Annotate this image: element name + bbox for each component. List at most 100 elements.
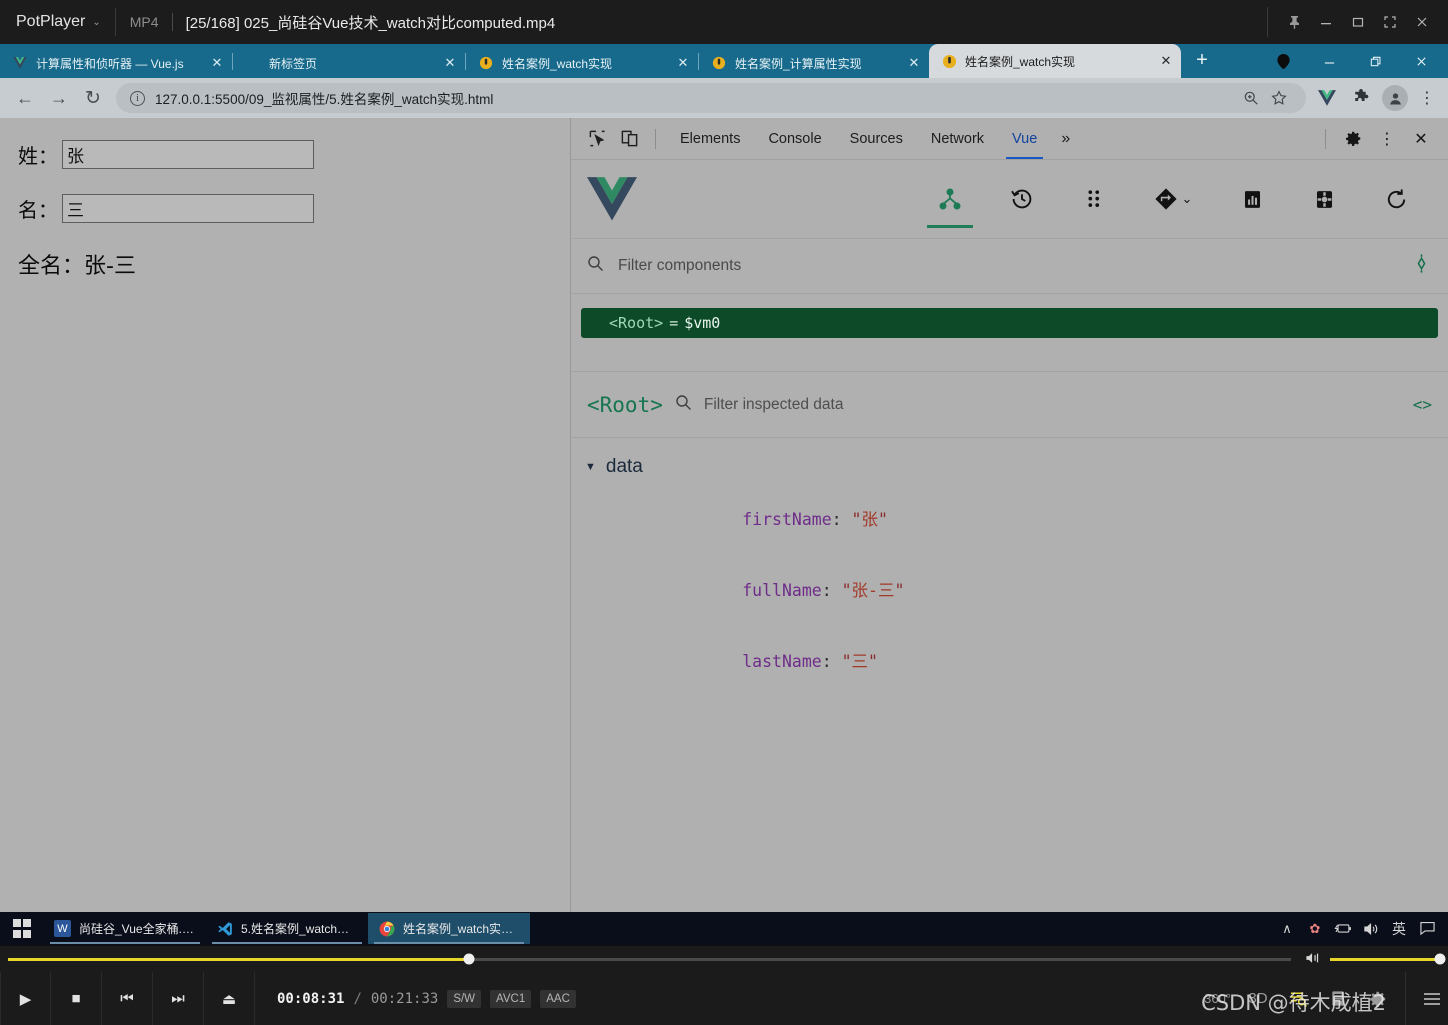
3d-video-icon[interactable]: 3D [1245, 990, 1271, 1007]
tab-elements[interactable]: Elements [666, 118, 754, 159]
data-section-header[interactable]: ▼ data [571, 456, 1448, 478]
tab-close-icon[interactable]: ✕ [1157, 52, 1175, 70]
profile-chip-icon[interactable] [1260, 44, 1306, 78]
refresh-icon[interactable] [1360, 166, 1432, 232]
minimize-icon[interactable] [1310, 0, 1342, 44]
pin-icon[interactable] [1278, 0, 1310, 44]
routes-icon[interactable]: ⌄ [1130, 166, 1216, 232]
extensions-puzzle-icon[interactable] [1346, 83, 1376, 113]
tab-vue[interactable]: Vue [998, 118, 1051, 159]
vue-devtools-extension-icon[interactable] [1312, 83, 1342, 113]
more-tabs-icon[interactable]: » [1051, 130, 1080, 148]
last-name-input[interactable] [62, 194, 314, 223]
volume-slider[interactable] [1330, 953, 1446, 965]
audio-codec-badge[interactable]: AAC [540, 989, 576, 1008]
zoom-icon[interactable] [1238, 85, 1264, 111]
tab-sources[interactable]: Sources [836, 118, 917, 159]
restore-icon[interactable] [1352, 44, 1398, 78]
seek-bar[interactable] [8, 953, 1291, 965]
devtools-toolbar: Elements Console Sources Network Vue » ⋮… [571, 118, 1448, 160]
data-entry-row[interactable]: fullName: "张-三" [571, 558, 1448, 620]
play-button[interactable]: ▶ [0, 972, 51, 1025]
chevron-down-icon[interactable]: ⌄ [92, 17, 100, 28]
taskbar-item-chrome[interactable]: 姓名案例_watch实现 ... [368, 913, 530, 944]
next-button[interactable]: ⏭ [153, 972, 204, 1025]
stop-button[interactable]: ■ [51, 972, 102, 1025]
video-codec-badge[interactable]: AVC1 [490, 989, 532, 1008]
tab-console[interactable]: Console [754, 118, 835, 159]
battery-charging-icon[interactable] [1330, 912, 1356, 945]
toolbar-divider-2 [1325, 128, 1326, 149]
volume-icon[interactable] [1358, 912, 1384, 945]
data-entry-row[interactable]: lastName: "三" [571, 629, 1448, 691]
data-entry-row[interactable]: firstName: "张" [571, 487, 1448, 549]
device-toolbar-icon[interactable] [613, 124, 645, 154]
volume-handle[interactable] [1434, 953, 1446, 965]
flower-app-icon[interactable]: ✿ [1302, 912, 1328, 945]
performance-icon[interactable] [1216, 166, 1288, 232]
first-name-input[interactable] [62, 140, 314, 169]
timeline-history-icon[interactable] [986, 166, 1058, 232]
tab-close-icon[interactable]: ✕ [208, 54, 226, 72]
seek-handle[interactable] [463, 953, 475, 965]
chrome-menu-icon[interactable]: ⋮ [1414, 88, 1440, 108]
data-value: 三 [851, 652, 869, 671]
gear-icon[interactable] [1336, 124, 1370, 154]
preferences-gear-icon[interactable] [1365, 990, 1391, 1008]
show-hidden-icons-icon[interactable]: ∧ [1274, 912, 1300, 945]
close-icon[interactable] [1406, 0, 1438, 44]
tab-close-icon[interactable]: ✕ [905, 54, 923, 72]
potplayer-logo[interactable]: PotPlayer ⌄ [0, 13, 101, 31]
taskbar-item-word[interactable]: W 尚硅谷_Vue全家桶.d... [44, 913, 206, 944]
browser-tab-4[interactable]: 姓名案例_计算属性实现 ✕ [699, 48, 929, 78]
action-center-icon[interactable] [1414, 912, 1440, 945]
triangle-down-icon[interactable]: ▼ [585, 461, 596, 473]
component-tree-node-root[interactable]: <Root> = $vm0 [581, 308, 1438, 338]
previous-button[interactable]: ⏮ [102, 972, 153, 1025]
select-component-icon[interactable] [1411, 253, 1432, 279]
browser-tab-5-active[interactable]: 姓名案例_watch实现 ✕ [929, 44, 1181, 78]
new-tab-button[interactable]: + [1188, 47, 1216, 75]
360-video-icon[interactable]: 360° [1204, 991, 1231, 1006]
profile-avatar-icon[interactable] [1380, 83, 1410, 113]
playlist-search-icon[interactable] [1285, 990, 1311, 1007]
close-icon[interactable] [1398, 44, 1444, 78]
open-in-editor-icon[interactable]: <> [1413, 395, 1432, 414]
bookmark-star-icon[interactable] [1266, 85, 1292, 111]
chrome-window-controls [1260, 44, 1448, 78]
ime-language-icon[interactable]: 英 [1386, 912, 1412, 945]
tab-close-icon[interactable]: ✕ [674, 54, 692, 72]
vue-logo-icon [12, 55, 28, 71]
browser-tab-title: 新标签页 [269, 56, 318, 71]
site-info-icon[interactable]: i [130, 90, 145, 106]
settings-gear-icon[interactable] [1288, 166, 1360, 232]
vue-component-filter-bar[interactable]: Filter components [571, 238, 1448, 294]
browser-tab-3[interactable]: 姓名案例_watch实现 ✕ [466, 48, 698, 78]
minimize-icon[interactable] [1306, 44, 1352, 78]
volume-icon[interactable] [1305, 951, 1322, 968]
filter-inspected-data-placeholder[interactable]: Filter inspected data [704, 396, 844, 414]
browser-tab-2[interactable]: 新标签页 ✕ [233, 48, 465, 78]
inspect-element-icon[interactable] [581, 124, 613, 154]
tab-network[interactable]: Network [917, 118, 998, 159]
tab-close-icon[interactable]: ✕ [441, 54, 459, 72]
eject-button[interactable]: ⏏ [204, 972, 255, 1025]
maximize-icon[interactable] [1342, 0, 1374, 44]
taskbar-item-vscode[interactable]: 5.姓名案例_watch实... [206, 913, 368, 944]
back-button[interactable]: ← [8, 81, 42, 115]
windows-start-icon[interactable] [0, 912, 44, 945]
menu-list-icon[interactable] [1405, 972, 1442, 1025]
components-tree-icon[interactable] [914, 166, 986, 232]
forward-button[interactable]: → [42, 81, 76, 115]
bookmark-list-icon[interactable] [1325, 990, 1351, 1007]
fullscreen-icon[interactable] [1374, 0, 1406, 44]
reload-button[interactable]: ↻ [76, 81, 110, 115]
browser-tab-1[interactable]: 计算属性和侦听器 — Vue.js ✕ [0, 48, 232, 78]
address-bar[interactable]: i 127.0.0.1:5500/09_监视属性/5.姓名案例_watch实现.… [116, 83, 1306, 113]
decoder-badge[interactable]: S/W [447, 989, 482, 1008]
devtools-kebab-icon[interactable]: ⋮ [1370, 124, 1404, 154]
devtools-close-icon[interactable]: ✕ [1404, 124, 1438, 154]
vuex-state-icon[interactable] [1058, 166, 1130, 232]
devtools-toolbar-right: ⋮ ✕ [1315, 124, 1438, 154]
chevron-down-icon[interactable]: ⌄ [1182, 191, 1193, 207]
